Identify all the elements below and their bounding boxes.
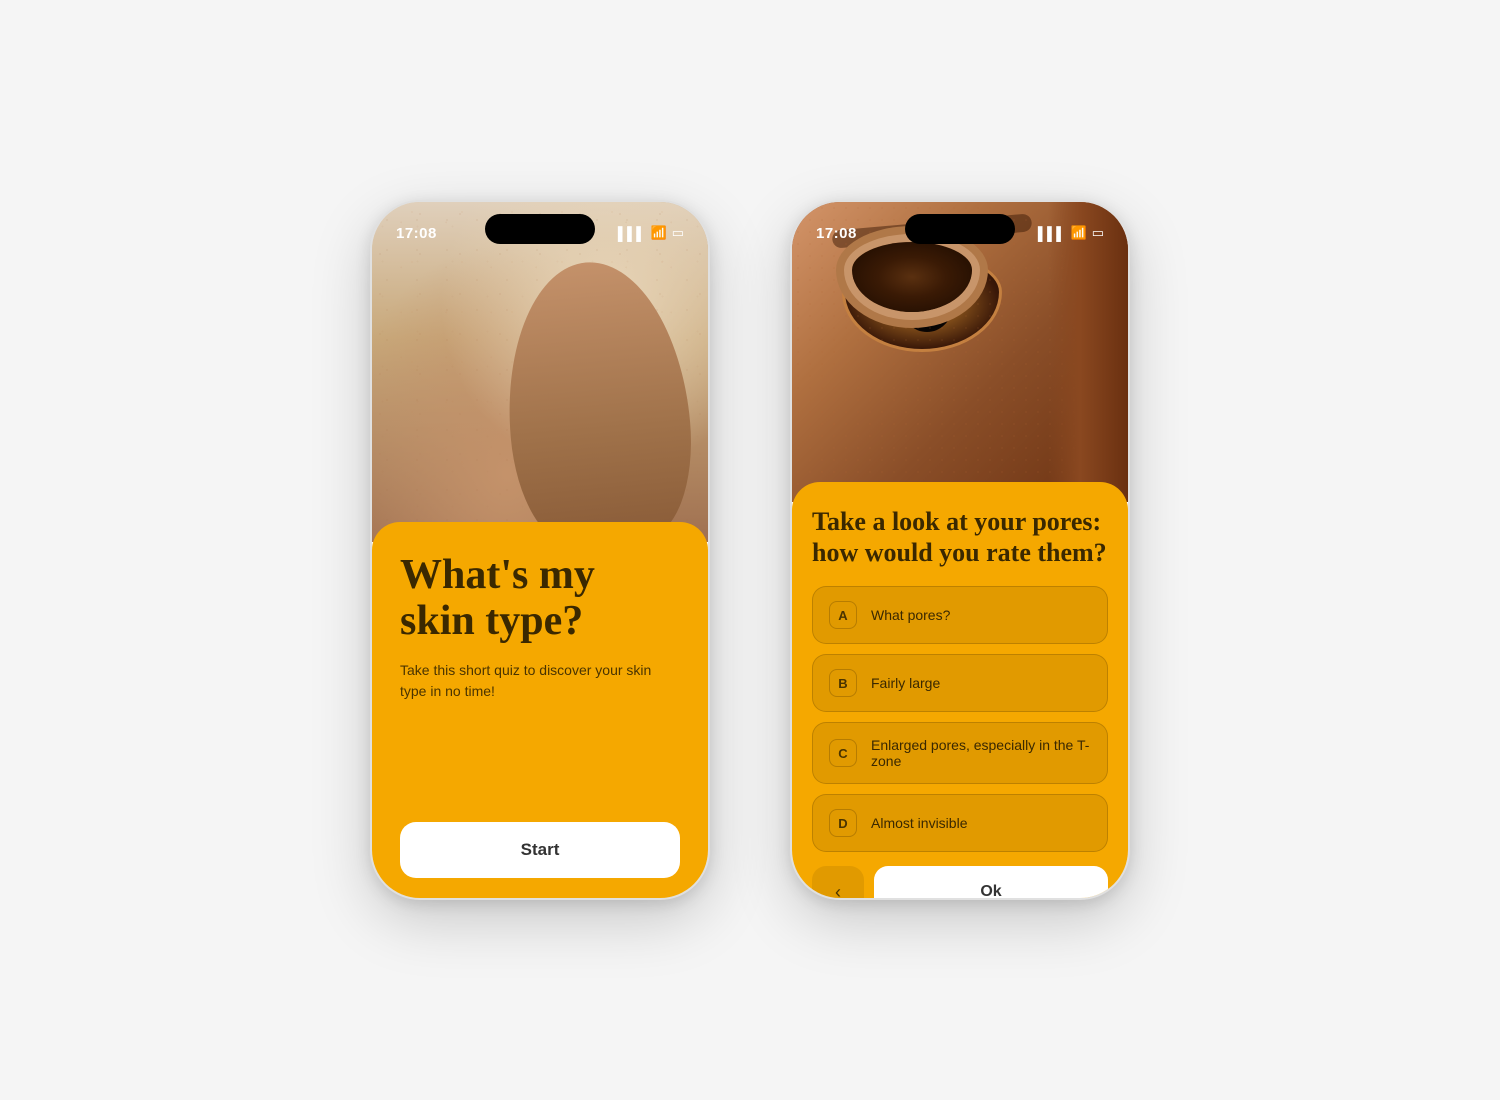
status-icons-1: ▌▌▌ 📶 ▭ <box>618 225 684 241</box>
content-card-1: What's my skin type? Take this short qui… <box>372 522 708 898</box>
option-d-text: Almost invisible <box>871 815 967 831</box>
main-title: What's my skin type? <box>400 552 680 644</box>
option-b[interactable]: B Fairly large <box>812 654 1108 712</box>
content-card-2: Take a look at your pores: how would you… <box>792 482 1128 900</box>
option-c-text: Enlarged pores, especially in the T-zone <box>871 737 1091 769</box>
start-button[interactable]: Start <box>400 822 680 878</box>
question-title: Take a look at your pores: how would you… <box>812 506 1108 568</box>
wifi-icon-2: 📶 <box>1071 225 1087 241</box>
option-b-letter: B <box>829 669 857 697</box>
status-icons-2: ▌▌▌ 📶 ▭ <box>1038 225 1104 241</box>
option-b-text: Fairly large <box>871 675 940 691</box>
time-1: 17:08 <box>396 225 437 242</box>
options-list: A What pores? B Fairly large C Enlarged … <box>812 586 1108 852</box>
option-a[interactable]: A What pores? <box>812 586 1108 644</box>
option-a-letter: A <box>829 601 857 629</box>
dynamic-island-1 <box>485 214 595 244</box>
hero-image-1 <box>372 202 708 542</box>
phone-welcome: 17:08 ▌▌▌ 📶 ▭ What's my skin type? Take … <box>370 200 710 900</box>
dynamic-island-2 <box>905 214 1015 244</box>
skin-texture-1 <box>372 202 708 542</box>
option-c-letter: C <box>829 739 857 767</box>
option-c[interactable]: C Enlarged pores, especially in the T-zo… <box>812 722 1108 784</box>
bottom-buttons: ‹ Ok <box>812 866 1108 900</box>
back-button[interactable]: ‹ <box>812 866 864 900</box>
time-2: 17:08 <box>816 225 857 242</box>
ok-button[interactable]: Ok <box>874 866 1108 900</box>
phones-container: 17:08 ▌▌▌ 📶 ▭ What's my skin type? Take … <box>0 160 1500 940</box>
battery-icon-1: ▭ <box>672 225 684 241</box>
option-a-text: What pores? <box>871 607 950 623</box>
signal-icon-1: ▌▌▌ <box>618 226 646 241</box>
phone-quiz: 17:08 ▌▌▌ 📶 ▭ Take a look at your p <box>790 200 1130 900</box>
battery-icon-2: ▭ <box>1092 225 1104 241</box>
subtitle: Take this short quiz to discover your sk… <box>400 660 680 702</box>
option-d[interactable]: D Almost invisible <box>812 794 1108 852</box>
wifi-icon-1: 📶 <box>651 225 667 241</box>
signal-icon-2: ▌▌▌ <box>1038 226 1066 241</box>
option-d-letter: D <box>829 809 857 837</box>
